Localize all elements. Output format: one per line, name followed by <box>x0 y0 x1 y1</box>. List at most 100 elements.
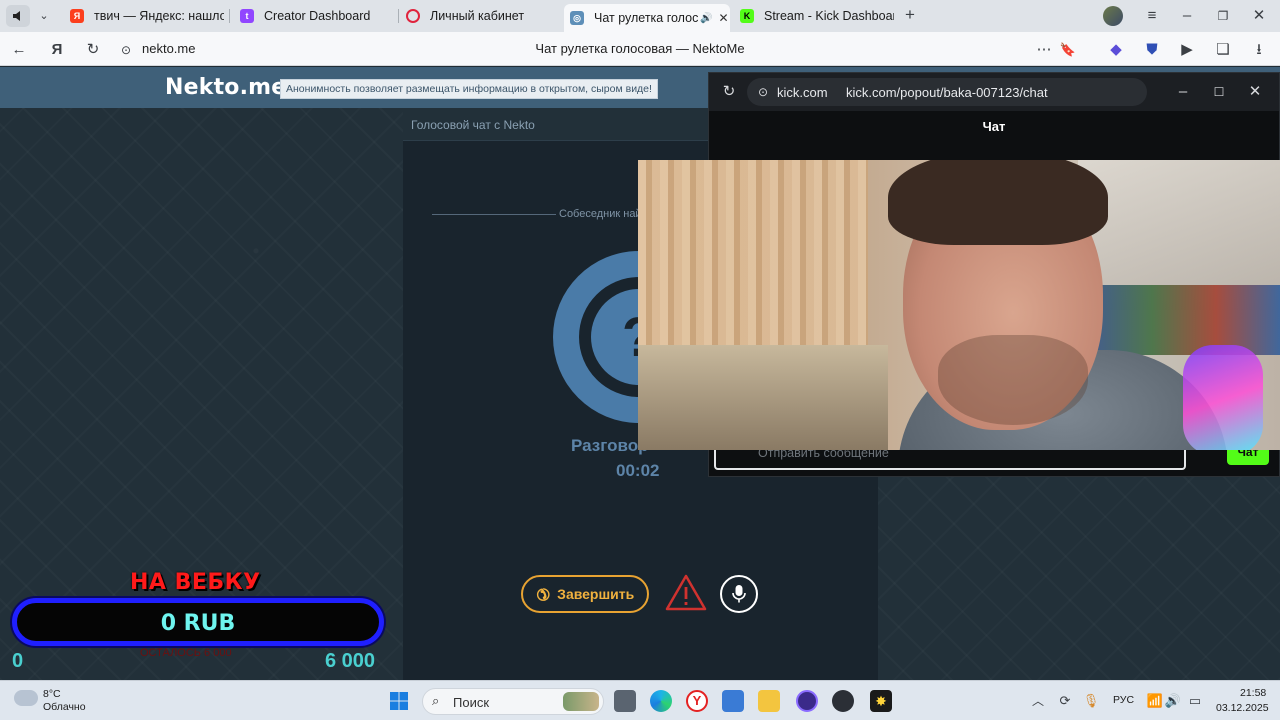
store-icon[interactable] <box>722 690 744 712</box>
close-window-icon[interactable]: ✕ <box>1245 82 1265 102</box>
reload-icon[interactable]: ↻ <box>83 40 103 60</box>
webcam-person-beard <box>938 335 1088 425</box>
popout-title-bar: ↻ ⊙ kick.com kick.com/popout/baka-007123… <box>709 73 1279 111</box>
partner-found-text: Собеседник най <box>559 208 642 220</box>
tab-creator-dashboard[interactable]: t Creator Dashboard <box>234 4 394 28</box>
site-info-icon[interactable]: ⊙ <box>116 40 136 60</box>
site-logo[interactable]: Nekto.me <box>165 75 286 100</box>
audio-playing-icon[interactable]: 🔊 <box>700 13 712 24</box>
conversation-status: Разговор <box>571 436 649 455</box>
search-icon: ⌕ <box>432 693 440 708</box>
star-app-icon[interactable]: ✸ <box>870 690 892 712</box>
back-icon[interactable]: ← <box>9 40 29 60</box>
site-info-icon[interactable]: ⊙ <box>753 82 773 102</box>
cloud-icon[interactable] <box>14 690 38 706</box>
chevron-down-icon[interactable]: ⌄ <box>34 6 54 26</box>
more-options-icon[interactable]: ⋯ <box>1034 40 1054 60</box>
taskbar-search[interactable]: ⌕ Поиск <box>422 688 604 715</box>
shield-extension-icon[interactable]: ⛊ <box>1142 40 1162 60</box>
tab-label: Stream - Kick Dashboard <box>764 9 894 23</box>
chat-title: Чат <box>982 119 1006 134</box>
maximize-icon[interactable]: ☐ <box>1209 82 1229 102</box>
report-warning-icon[interactable] <box>665 574 707 612</box>
microphone-tray-icon[interactable]: 🎙 <box>1081 691 1101 711</box>
circle-icon <box>406 9 420 23</box>
popout-url: kick.com/popout/baka-007123/chat <box>846 85 1048 100</box>
phone-icon: ✆ <box>531 582 553 605</box>
keyboard-language[interactable]: РУС <box>1113 694 1134 706</box>
donation-max: 6 000 <box>325 650 376 672</box>
windows-start-icon[interactable] <box>389 691 409 711</box>
yandex-home-icon[interactable]: Я <box>47 40 67 60</box>
profile-avatar[interactable] <box>1103 6 1123 26</box>
address-bar: ← Я ↻ ⊙ nekto.me Чат рулетка голосовая —… <box>0 32 1280 66</box>
close-tab-icon[interactable]: ✕ <box>718 11 728 25</box>
site-notice: Анонимность позволяет размещать информац… <box>280 79 658 99</box>
bookmark-icon[interactable]: 🔖 <box>1058 40 1078 60</box>
clock-time[interactable]: 21:58 <box>1240 687 1266 699</box>
webcam-rug <box>1088 285 1280 355</box>
collections-icon[interactable]: ❏ <box>1213 40 1233 60</box>
weather-temperature[interactable]: 8°C <box>43 688 61 700</box>
search-highlight-image <box>563 692 599 711</box>
tab-kick-dashboard[interactable]: K Stream - Kick Dashboard <box>734 4 894 28</box>
end-call-button[interactable]: ✆ Завершить <box>521 575 649 613</box>
close-window-icon[interactable]: ✕ <box>1249 6 1269 26</box>
donation-remaining: ОСТАЛОСЬ 6 000 <box>140 647 232 659</box>
minimize-icon[interactable]: – <box>1173 82 1193 102</box>
tab-separator <box>398 9 399 23</box>
browser-tab-strip: ⌄ Я твич — Яндекс: нашлось t Creator Das… <box>0 0 1280 32</box>
donation-goal-title: НА ВЕБКУ <box>130 570 261 595</box>
tab-label: Creator Dashboard <box>264 9 371 23</box>
new-tab-icon[interactable]: + <box>900 5 920 25</box>
chevron-up-icon[interactable]: ︿ <box>1028 691 1048 711</box>
weather-condition[interactable]: Облачно <box>43 701 86 713</box>
microphone-button[interactable] <box>720 575 758 613</box>
tab-nekto-active[interactable]: ◎ Чат рулетка голосов 🔊 ✕ <box>564 4 730 32</box>
gamepad-extension-icon[interactable]: ◆ <box>1106 40 1126 60</box>
donation-progress-bar: 0 RUB <box>12 598 384 646</box>
tab-label: Личный кабинет <box>430 9 525 23</box>
speaker-icon[interactable] <box>6 5 30 27</box>
donation-min: 0 <box>12 650 24 672</box>
taskbar: 8°C Облачно ⌕ Поиск Y ✸ ︿ ⟳ 🎙 РУС 📶 🔊 ▭ … <box>0 680 1280 720</box>
donation-amount: 0 RUB <box>160 611 236 636</box>
wifi-icon[interactable]: 📶 <box>1145 691 1165 711</box>
obs-icon[interactable] <box>796 690 818 712</box>
file-explorer-icon[interactable] <box>758 690 780 712</box>
menu-icon[interactable]: ≡ <box>1142 6 1162 26</box>
reload-icon[interactable]: ↻ <box>719 82 739 102</box>
sync-icon[interactable]: ⟳ <box>1055 691 1075 711</box>
volume-icon[interactable]: 🔊 <box>1163 691 1183 711</box>
webcam-sofa <box>638 345 888 450</box>
yandex-icon: Я <box>70 9 84 23</box>
task-view-icon[interactable] <box>614 690 636 712</box>
edge-browser-icon[interactable] <box>650 690 672 712</box>
voice-chat-title: Голосовой чат с Nekto <box>411 118 535 132</box>
popout-domain: kick.com <box>777 85 828 100</box>
media-control-icon[interactable]: ▶ <box>1177 40 1197 60</box>
divider <box>432 214 556 215</box>
webcam-person-hair <box>888 160 1108 245</box>
tab-label: твич — Яндекс: нашлось <box>94 9 224 23</box>
kick-icon: K <box>740 9 754 23</box>
download-icon[interactable]: ⭳ <box>1249 40 1269 60</box>
tab-personal-cabinet[interactable]: Личный кабинет <box>400 4 560 28</box>
conversation-timer: 00:02 <box>616 461 660 480</box>
yandex-browser-icon[interactable]: Y <box>686 690 708 712</box>
end-call-label: Завершить <box>557 586 635 602</box>
taskbar-search-label: Поиск <box>453 695 490 710</box>
app-icon[interactable] <box>832 690 854 712</box>
clock-date[interactable]: 03.12.2025 <box>1216 702 1269 714</box>
nekto-icon: ◎ <box>570 11 584 25</box>
url-field[interactable]: nekto.me <box>142 41 195 56</box>
tab-label: Чат рулетка голосов <box>594 11 698 25</box>
battery-icon[interactable]: ▭ <box>1185 691 1205 711</box>
restore-icon[interactable]: ❐ <box>1213 6 1233 26</box>
twitch-icon: t <box>240 9 254 23</box>
tab-separator <box>229 9 230 23</box>
minimize-icon[interactable]: – <box>1177 6 1197 26</box>
tab-yandex[interactable]: Я твич — Яндекс: нашлось <box>64 4 224 28</box>
webcam-rgb-microphone <box>1183 345 1263 450</box>
webcam-overlay <box>638 160 1280 450</box>
